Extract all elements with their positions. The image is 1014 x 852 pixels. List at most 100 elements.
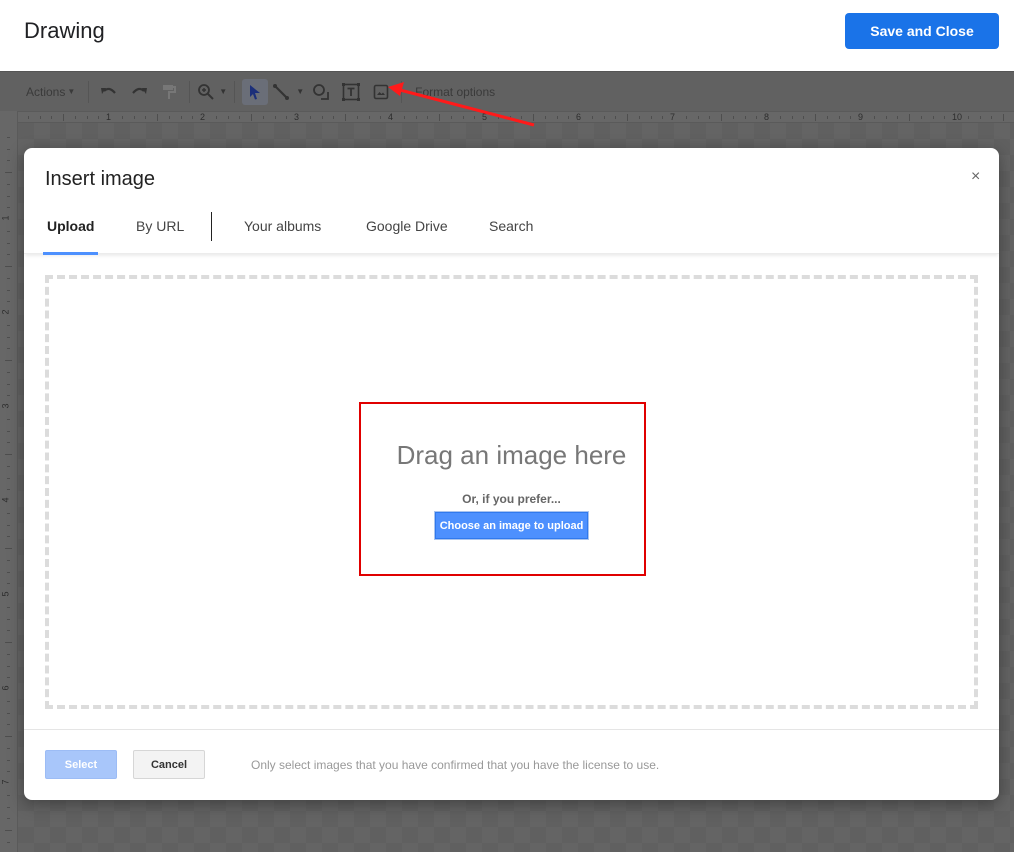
format-options-button[interactable]: Format options (409, 79, 495, 105)
ruler-label: 10 (952, 112, 963, 122)
ruler-tick (7, 806, 10, 808)
ruler-label: 7 (670, 112, 676, 122)
chevron-down-icon: ▼ (219, 87, 228, 96)
ruler-tick (7, 242, 10, 244)
zoom-button[interactable]: ▼ (197, 79, 227, 105)
ruler-tick (7, 559, 10, 561)
close-icon[interactable]: × (971, 168, 980, 186)
ruler-label: 8 (764, 112, 770, 122)
tab-search[interactable]: Search (489, 218, 533, 254)
tab-upload[interactable]: Upload (42, 218, 99, 255)
ruler-tick (5, 360, 12, 361)
ruler-tick (27, 116, 29, 119)
actions-menu[interactable]: Actions ▼ (20, 79, 81, 105)
ruler-tick (7, 630, 10, 632)
ruler-tick (51, 116, 53, 119)
ruler-tick (427, 116, 429, 119)
paint-format-button[interactable] (156, 79, 182, 105)
ruler-tick (5, 642, 12, 643)
ruler-tick (7, 301, 10, 303)
ruler-tick (556, 116, 558, 119)
ruler-tick (7, 747, 10, 749)
ruler-label: 3 (294, 112, 300, 122)
ruler-tick (403, 116, 405, 119)
redo-icon (132, 87, 148, 94)
ruler-tick (7, 794, 10, 796)
ruler-tick (251, 114, 252, 121)
ruler-tick (7, 512, 10, 514)
ruler-tick (345, 114, 346, 121)
ruler-tick (168, 116, 170, 119)
chevron-down-icon: ▼ (67, 87, 76, 96)
select-button[interactable]: Select (45, 750, 117, 779)
redo-button[interactable] (126, 79, 152, 105)
tab-google-drive[interactable]: Google Drive (366, 218, 448, 254)
dialog-title: Insert image (45, 168, 156, 190)
ruler-tick (521, 116, 523, 119)
ruler-tick (7, 183, 10, 185)
ruler-tick (7, 395, 10, 397)
ruler-tick (497, 116, 499, 119)
ruler-tick (7, 442, 10, 444)
ruler-tick (967, 116, 969, 119)
ruler-tick (7, 418, 10, 420)
ruler-tick (838, 116, 840, 119)
tab-your-albums[interactable]: Your albums (244, 218, 321, 254)
insert-image-button[interactable] (368, 79, 394, 105)
ruler-label: 4 (388, 112, 394, 122)
ruler-tick (7, 771, 10, 773)
ruler-tick (744, 116, 746, 119)
ruler-tick (145, 116, 147, 119)
license-notice: Only select images that you have confirm… (251, 758, 660, 772)
cancel-button[interactable]: Cancel (133, 750, 205, 779)
ruler-label: 1 (0, 215, 11, 221)
zoom-icon (198, 83, 214, 100)
select-tool-button[interactable] (242, 78, 269, 105)
ruler-tick (7, 148, 10, 150)
ruler-tick (7, 571, 10, 573)
ruler-tick (662, 116, 664, 119)
ruler-tick (7, 336, 10, 338)
ruler-tick (7, 207, 10, 209)
ruler-tick (826, 116, 828, 119)
ruler-tick (779, 116, 781, 119)
ruler-tick (7, 195, 10, 197)
choose-image-upload-button[interactable]: Choose an image to upload (434, 511, 589, 540)
prefer-subtext: Or, if you prefer... (462, 492, 561, 506)
ruler-tick (157, 114, 158, 121)
chevron-down-icon: ▼ (296, 87, 305, 96)
image-icon (373, 84, 389, 99)
ruler-tick (7, 524, 10, 526)
ruler-tick (227, 116, 229, 119)
ruler-tick (568, 116, 570, 119)
undo-button[interactable] (96, 79, 122, 105)
ruler-tick (7, 818, 10, 820)
undo-icon (101, 87, 117, 94)
ruler-tick (533, 114, 534, 121)
ruler-tick (5, 172, 12, 173)
ruler-tick (909, 114, 910, 121)
actions-label: Actions (26, 84, 66, 99)
save-and-close-button[interactable]: Save and Close (845, 13, 999, 49)
tab-by-url[interactable]: By URL (136, 218, 184, 254)
ruler-tick (885, 116, 887, 119)
ruler-tick (7, 724, 10, 726)
ruler-tick (7, 583, 10, 585)
ruler-tick (697, 116, 699, 119)
dialog-tabs: Upload By URL Your albums Google Drive S… (24, 212, 999, 255)
ruler-tick (415, 116, 417, 119)
toolbar: Actions ▼ ▼ ▼ Format options (0, 71, 1014, 111)
ruler-tick (309, 116, 311, 119)
ruler-tick (638, 116, 640, 119)
ruler-tick (7, 536, 10, 538)
ruler-tick (333, 116, 335, 119)
shape-tool-button[interactable] (308, 79, 334, 105)
toolbar-divider (234, 80, 236, 103)
ruler-tick (1003, 114, 1004, 121)
ruler-label: 6 (576, 112, 582, 122)
line-tool-button[interactable]: ▼ (272, 79, 304, 105)
ruler-tick (544, 116, 546, 119)
text-box-tool-button[interactable] (338, 79, 364, 105)
ruler-tick (7, 289, 10, 291)
ruler-tick (7, 759, 10, 761)
